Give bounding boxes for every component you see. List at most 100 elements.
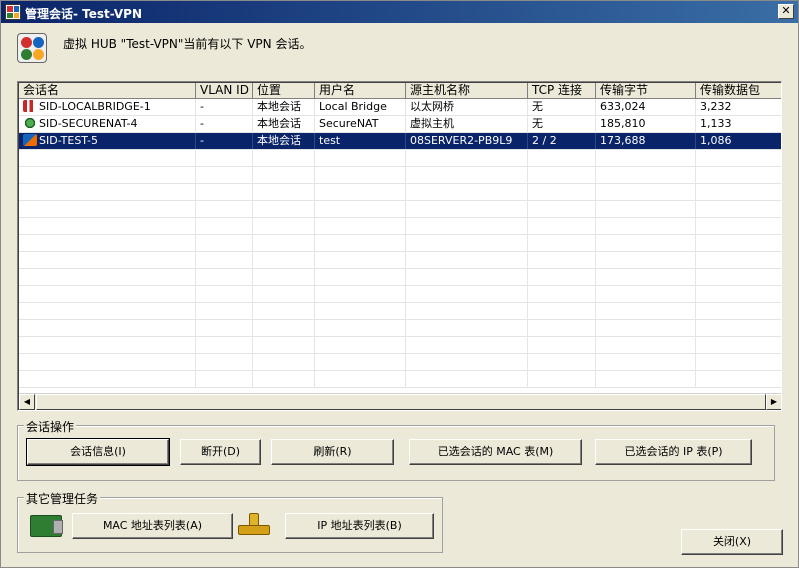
empty-cell xyxy=(596,201,696,217)
scroll-left-icon[interactable]: ◀ xyxy=(19,394,35,410)
empty-cell xyxy=(528,371,596,387)
empty-cell xyxy=(19,252,196,268)
empty-cell xyxy=(528,167,596,183)
empty-cell xyxy=(528,235,596,251)
session-list-header: 会话名 VLAN ID 位置 用户名 源主机名称 TCP 连接 传输字节 传输数… xyxy=(19,83,781,99)
empty-cell xyxy=(196,201,253,217)
empty-cell xyxy=(19,167,196,183)
empty-cell xyxy=(406,150,528,166)
empty-cell xyxy=(196,303,253,319)
empty-cell xyxy=(596,252,696,268)
empty-cell xyxy=(596,184,696,200)
scroll-right-icon[interactable]: ▶ xyxy=(766,394,781,410)
session-name: SID-TEST-5 xyxy=(39,134,98,147)
empty-row xyxy=(19,201,781,218)
empty-cell xyxy=(253,235,315,251)
title-close-button[interactable]: ✕ xyxy=(778,4,794,19)
empty-row xyxy=(19,320,781,337)
empty-cell xyxy=(528,269,596,285)
empty-cell xyxy=(315,167,406,183)
column-header-packets[interactable]: 传输数据包 xyxy=(696,83,781,99)
empty-cell xyxy=(696,150,781,166)
group-label: 其它管理任务 xyxy=(24,490,101,507)
empty-cell xyxy=(315,150,406,166)
session-mac-table-button[interactable]: 已选会话的 MAC 表(M) xyxy=(409,439,582,465)
empty-row xyxy=(19,371,781,388)
tcp-connections: 无 xyxy=(528,99,596,115)
empty-cell xyxy=(406,269,528,285)
empty-cell xyxy=(406,286,528,302)
empty-cell xyxy=(696,269,781,285)
source-host: 08SERVER2-PB9L9 xyxy=(406,133,528,149)
empty-row xyxy=(19,354,781,371)
empty-cell xyxy=(253,150,315,166)
location: 本地会话 xyxy=(253,99,315,115)
column-header-bytes[interactable]: 传输字节 xyxy=(596,83,696,99)
column-header-vlan[interactable]: VLAN ID xyxy=(196,83,253,99)
empty-cell xyxy=(696,337,781,353)
empty-cell xyxy=(196,320,253,336)
empty-cell xyxy=(315,337,406,353)
empty-cell xyxy=(596,337,696,353)
session-ip-table-button[interactable]: 已选会话的 IP 表(P) xyxy=(595,439,752,465)
empty-row xyxy=(19,218,781,235)
empty-cell xyxy=(315,354,406,370)
empty-cell xyxy=(696,303,781,319)
empty-cell xyxy=(19,201,196,217)
empty-cell xyxy=(696,184,781,200)
empty-cell xyxy=(696,286,781,302)
empty-cell xyxy=(315,303,406,319)
session-operations-group: 会话操作 会话信息(I) 断开(D) 刷新(R) 已选会话的 MAC 表(M) … xyxy=(17,418,775,481)
user-name: SecureNAT xyxy=(315,116,406,132)
empty-cell xyxy=(406,337,528,353)
column-header-user[interactable]: 用户名 xyxy=(315,83,406,99)
bytes-transferred: 185,810 xyxy=(596,116,696,132)
column-header-host[interactable]: 源主机名称 xyxy=(406,83,528,99)
empty-cell xyxy=(253,252,315,268)
window-title: 管理会话- Test-VPN xyxy=(25,7,143,21)
ip-address-list-button[interactable]: IP 地址表列表(B) xyxy=(285,513,434,539)
empty-cell xyxy=(253,354,315,370)
empty-cell xyxy=(406,167,528,183)
empty-cell xyxy=(19,218,196,234)
session-list[interactable]: 会话名 VLAN ID 位置 用户名 源主机名称 TCP 连接 传输字节 传输数… xyxy=(17,81,782,411)
other-tasks-group: 其它管理任务 MAC 地址表列表(A) IP 地址表列表(B) xyxy=(17,490,443,553)
empty-cell xyxy=(696,320,781,336)
empty-cell xyxy=(315,320,406,336)
column-header-tcp[interactable]: TCP 连接 xyxy=(528,83,596,99)
horizontal-scrollbar[interactable]: ◀ ▶ xyxy=(19,393,781,410)
session-info-button[interactable]: 会话信息(I) xyxy=(26,438,170,466)
title-bar[interactable]: 管理会话- Test-VPN ✕ xyxy=(1,1,798,23)
empty-cell xyxy=(196,167,253,183)
vlan-id: - xyxy=(196,116,253,132)
empty-cell xyxy=(196,235,253,251)
refresh-button[interactable]: 刷新(R) xyxy=(271,439,394,465)
vlan-id: - xyxy=(196,133,253,149)
empty-cell xyxy=(19,269,196,285)
empty-cell xyxy=(19,150,196,166)
packets-transferred: 1,133 xyxy=(696,116,781,132)
empty-row xyxy=(19,337,781,354)
empty-cell xyxy=(528,337,596,353)
empty-cell xyxy=(253,337,315,353)
empty-cell xyxy=(315,235,406,251)
empty-cell xyxy=(596,218,696,234)
table-row-selected[interactable]: SID-TEST-5 - 本地会话 test 08SERVER2-PB9L9 2… xyxy=(19,133,781,150)
column-header-session[interactable]: 会话名 xyxy=(19,83,196,99)
close-button[interactable]: 关闭(X) xyxy=(681,529,783,555)
disconnect-button[interactable]: 断开(D) xyxy=(180,439,261,465)
table-row[interactable]: SID-LOCALBRIDGE-1 - 本地会话 Local Bridge 以太… xyxy=(19,99,781,116)
empty-cell xyxy=(19,286,196,302)
empty-cell xyxy=(528,303,596,319)
empty-cell xyxy=(406,252,528,268)
empty-cell xyxy=(315,218,406,234)
empty-row xyxy=(19,303,781,320)
empty-cell xyxy=(19,337,196,353)
scroll-thumb[interactable] xyxy=(36,394,766,410)
column-header-location[interactable]: 位置 xyxy=(253,83,315,99)
table-row[interactable]: SID-SECURENAT-4 - 本地会话 SecureNAT 虚拟主机 无 … xyxy=(19,116,781,133)
empty-row xyxy=(19,184,781,201)
empty-cell xyxy=(696,371,781,387)
mac-address-list-button[interactable]: MAC 地址表列表(A) xyxy=(72,513,233,539)
empty-cell xyxy=(196,150,253,166)
